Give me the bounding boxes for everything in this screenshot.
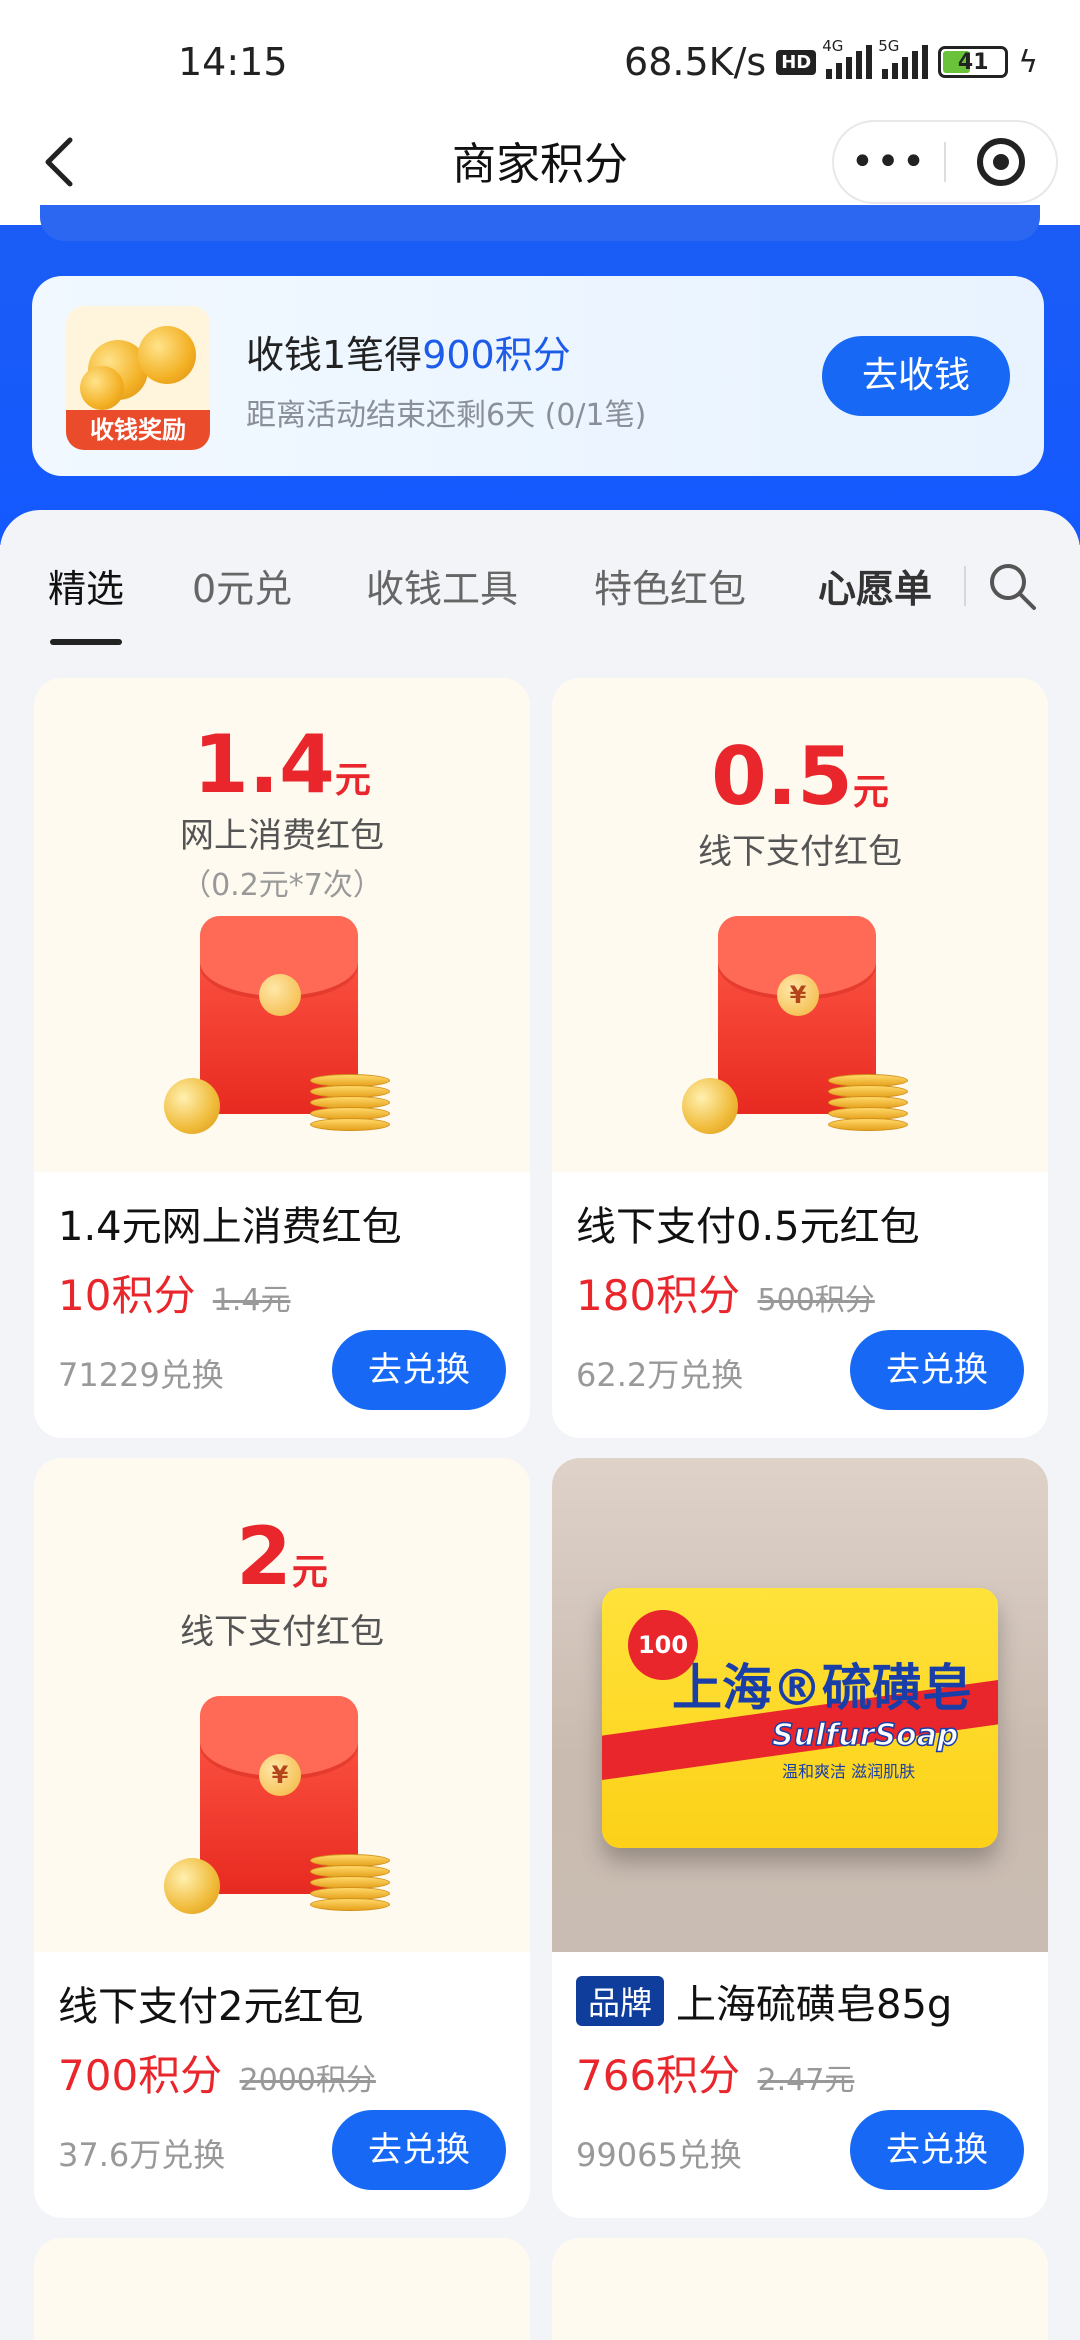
original-price: 500积分 xyxy=(757,1283,875,1318)
redeem-button[interactable]: 去兑换 xyxy=(332,1330,506,1410)
redeem-button[interactable]: 去兑换 xyxy=(332,2110,506,2190)
product-price: 766积分 2.47元 xyxy=(576,2051,855,2100)
hero-line2: （0.2元*7次） xyxy=(181,868,383,903)
soap-brand-text: 上海®硫磺皂 xyxy=(672,1659,972,1717)
hero-amount: 2元 xyxy=(236,1510,328,1603)
tab-special-red-packet[interactable]: 特色红包 xyxy=(594,558,746,613)
close-target-icon[interactable] xyxy=(946,138,1056,186)
product-card[interactable]: 2元 线下支付红包 ¥ 线下支付2元红包 700积分 2000积分 37.6万兑… xyxy=(34,1458,530,2218)
status-time: 14:15 xyxy=(178,40,288,84)
product-price: 700积分 2000积分 xyxy=(58,2051,376,2100)
coins-reward-icon: 收钱奖励 xyxy=(66,306,210,450)
content-sheet: 精选 0元兑 收钱工具 特色红包 心愿单 1.4元 网上消费红包 （0.2元*7… xyxy=(0,510,1080,2340)
redeem-count: 62.2万兑换 xyxy=(576,1356,744,1394)
original-price: 2000积分 xyxy=(239,2063,376,2098)
product-image: 0.5元 线下支付红包 ¥ xyxy=(552,678,1048,1172)
product-card-partial[interactable] xyxy=(552,2238,1048,2340)
product-price: 10积分 1.4元 xyxy=(58,1271,291,1320)
yuan-seal-icon: ¥ xyxy=(259,1754,301,1796)
original-price: 1.4元 xyxy=(212,1283,291,1318)
signal-4g-label: 4G xyxy=(822,37,844,55)
soap-en-text: SulfurSoap xyxy=(771,1717,959,1754)
product-card[interactable]: 1.4元 网上消费红包 （0.2元*7次） 1.4元网上消费红包 10积分 1.… xyxy=(34,678,530,1438)
redeem-count: 99065兑换 xyxy=(576,2136,742,2174)
promo-thumb-label: 收钱奖励 xyxy=(66,410,210,450)
redeem-count: 37.6万兑换 xyxy=(58,2136,226,2174)
promo-title: 收钱1笔得900积分 xyxy=(246,333,571,377)
product-card[interactable]: 100 上海®硫磺皂 SulfurSoap 温和爽洁 滋润肌肤 品牌 上海硫磺皂8… xyxy=(552,1458,1048,2218)
redeem-button[interactable]: 去兑换 xyxy=(850,1330,1024,1410)
product-image: 2元 线下支付红包 ¥ xyxy=(34,1458,530,1952)
status-icons: 68.5K/s HD 4G 5G 41 ϟ xyxy=(624,37,1038,84)
promo-card[interactable]: 收钱奖励 收钱1笔得900积分 距离活动结束还剩6天 (0/1笔) 去收钱 xyxy=(32,276,1044,476)
coin-icon xyxy=(164,1078,220,1134)
hero-line1: 线下支付红包 xyxy=(698,832,902,872)
search-icon[interactable] xyxy=(986,560,1038,612)
yuan-seal-icon: ¥ xyxy=(777,974,819,1016)
battery-icon: 41 xyxy=(938,46,1009,78)
product-name: 品牌 上海硫磺皂85g xyxy=(576,1972,952,2030)
promo-points: 900积分 xyxy=(422,333,571,377)
tab-wishlist[interactable]: 心愿单 xyxy=(818,558,932,613)
signal-5g-icon: 5G xyxy=(878,37,929,79)
hero-line1: 网上消费红包 xyxy=(180,816,384,856)
brand-badge: 品牌 xyxy=(576,1976,665,2026)
charging-icon: ϟ xyxy=(1018,44,1038,80)
tab-zero-yuan[interactable]: 0元兑 xyxy=(192,558,292,613)
hero-amount: 1.4元 xyxy=(193,718,371,811)
more-dots-icon[interactable]: ••• xyxy=(834,132,944,192)
battery-level: 41 xyxy=(957,49,989,75)
tab-payment-tools[interactable]: 收钱工具 xyxy=(366,558,518,613)
category-tabs: 精选 0元兑 收钱工具 特色红包 心愿单 xyxy=(0,510,1080,645)
product-name: 线下支付0.5元红包 xyxy=(576,1204,920,1250)
product-name: 1.4元网上消费红包 xyxy=(58,1204,402,1250)
coin-stack-icon xyxy=(310,1854,390,1911)
signal-4g-icon: 4G xyxy=(822,37,873,79)
hero-line1: 线下支付红包 xyxy=(180,1612,384,1652)
product-image: 1.4元 网上消费红包 （0.2元*7次） xyxy=(34,678,530,1172)
tab-featured[interactable]: 精选 xyxy=(48,558,124,645)
coin-stack-icon xyxy=(310,1074,390,1131)
mini-program-capsule: ••• xyxy=(832,120,1058,204)
original-price: 2.47元 xyxy=(757,2063,855,2098)
collect-money-button[interactable]: 去收钱 xyxy=(822,336,1010,416)
coin-icon xyxy=(682,1078,738,1134)
status-bar: 14:15 68.5K/s HD 4G 5G 41 ϟ xyxy=(0,0,1080,110)
product-image: 100 上海®硫磺皂 SulfurSoap 温和爽洁 滋润肌肤 xyxy=(552,1458,1048,1952)
hd-icon: HD xyxy=(776,49,817,75)
product-card-partial[interactable] xyxy=(34,2238,530,2340)
signal-5g-label: 5G xyxy=(878,37,900,55)
product-name: 线下支付2元红包 xyxy=(58,1984,364,2030)
promo-subtitle: 距离活动结束还剩6天 (0/1笔) xyxy=(246,398,647,433)
product-card[interactable]: 0.5元 线下支付红包 ¥ 线下支付0.5元红包 180积分 500积分 62.… xyxy=(552,678,1048,1438)
product-price: 180积分 500积分 xyxy=(576,1271,875,1320)
hero-amount: 0.5元 xyxy=(711,730,889,823)
net-speed: 68.5K/s xyxy=(624,40,767,84)
coin-icon xyxy=(164,1858,220,1914)
soap-package-image: 100 上海®硫磺皂 SulfurSoap 温和爽洁 滋润肌肤 xyxy=(602,1588,998,1848)
redeem-count: 71229兑换 xyxy=(58,1356,224,1394)
redeem-button[interactable]: 去兑换 xyxy=(850,2110,1024,2190)
coin-stack-icon xyxy=(828,1074,908,1131)
soap-tagline: 温和爽洁 滋润肌肤 xyxy=(782,1762,916,1781)
